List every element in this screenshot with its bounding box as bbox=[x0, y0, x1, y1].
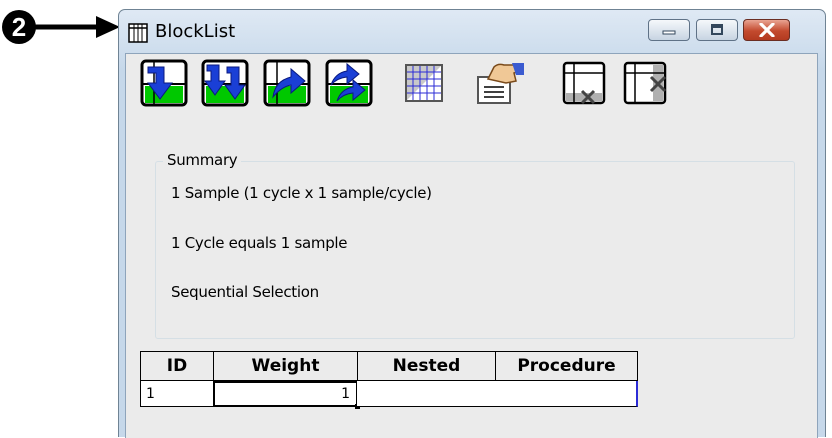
move-down-icon bbox=[140, 59, 188, 107]
move-up-swap-icon bbox=[325, 59, 373, 107]
close-button[interactable] bbox=[743, 19, 790, 41]
move-up-icon bbox=[263, 59, 311, 107]
delete-row-button[interactable] bbox=[560, 59, 608, 107]
minimize-icon bbox=[662, 30, 676, 35]
delete-column-icon bbox=[623, 61, 667, 105]
callout-arrow-icon bbox=[34, 16, 120, 38]
move-down-button[interactable] bbox=[140, 59, 188, 107]
client-area: Summary 1 Sample (1 cycle x 1 sample/cyc… bbox=[125, 53, 818, 438]
column-header-weight[interactable]: Weight bbox=[213, 351, 358, 381]
move-down-swap-icon bbox=[201, 59, 249, 107]
cell-procedure[interactable] bbox=[495, 381, 638, 407]
move-down-swap-button[interactable] bbox=[201, 59, 249, 107]
summary-legend: Summary bbox=[163, 151, 242, 169]
cell-weight[interactable]: 1 bbox=[213, 381, 358, 407]
cell-id[interactable]: 1 bbox=[140, 381, 214, 407]
minimize-button[interactable] bbox=[648, 19, 690, 41]
maximize-button[interactable] bbox=[696, 19, 738, 41]
move-up-swap-button[interactable] bbox=[325, 59, 373, 107]
column-header-nested[interactable]: Nested bbox=[357, 351, 496, 381]
grid-properties-icon bbox=[405, 64, 443, 102]
title-bar[interactable]: BlockList bbox=[119, 10, 825, 50]
delete-row-icon bbox=[562, 61, 606, 105]
maximize-icon bbox=[711, 24, 723, 35]
column-header-procedure[interactable]: Procedure bbox=[495, 351, 638, 381]
blocklist-window: BlockList Summary 1 Sample (1 cycle x 1 … bbox=[118, 9, 826, 438]
procedure-button[interactable] bbox=[474, 59, 524, 107]
summary-line-samples: 1 Sample (1 cycle x 1 sample/cycle) bbox=[171, 184, 432, 202]
summary-line-cycle: 1 Cycle equals 1 sample bbox=[171, 234, 348, 252]
window-title: BlockList bbox=[155, 21, 236, 42]
procedure-hand-icon bbox=[477, 63, 524, 104]
move-up-button[interactable] bbox=[263, 59, 311, 107]
column-header-id[interactable]: ID bbox=[140, 351, 214, 381]
grid-table-icon bbox=[128, 23, 148, 43]
close-icon bbox=[758, 23, 775, 37]
grid-properties-button[interactable] bbox=[400, 59, 448, 107]
cell-nested[interactable] bbox=[357, 381, 496, 407]
delete-column-button[interactable] bbox=[621, 59, 669, 107]
callout-number: 2 bbox=[2, 10, 36, 44]
summary-line-selection: Sequential Selection bbox=[171, 283, 319, 301]
